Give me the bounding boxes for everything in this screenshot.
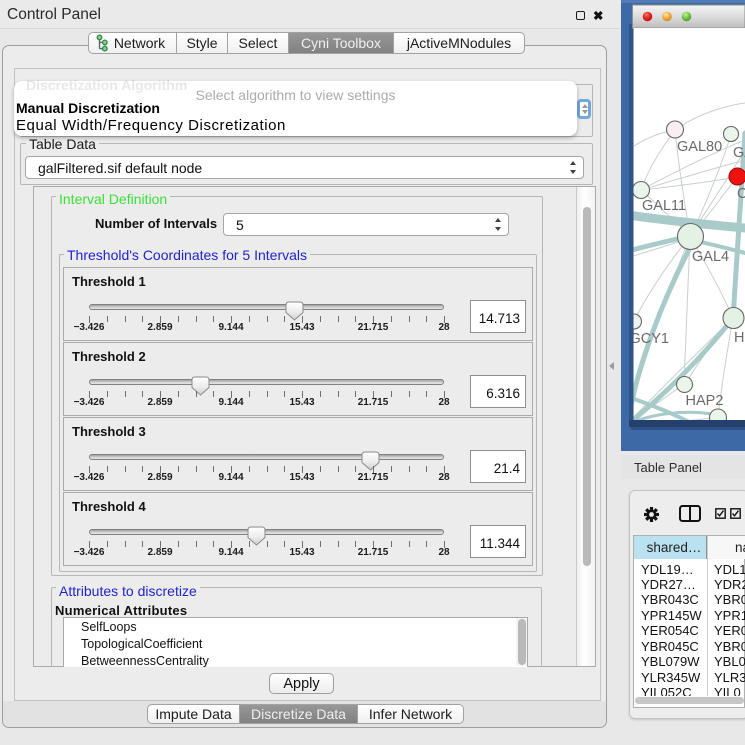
svg-text:GAL4: GAL4	[692, 249, 729, 265]
svg-text:GAL11: GAL11	[642, 198, 686, 214]
svg-text:HAP2: HAP2	[686, 393, 724, 409]
svg-text:GAL80: GAL80	[677, 139, 722, 155]
svg-text:GCY1: GCY1	[630, 331, 670, 347]
svg-text:H: H	[734, 330, 744, 346]
svg-text:C: C	[737, 186, 745, 202]
svg-text:GA: GA	[733, 145, 745, 161]
